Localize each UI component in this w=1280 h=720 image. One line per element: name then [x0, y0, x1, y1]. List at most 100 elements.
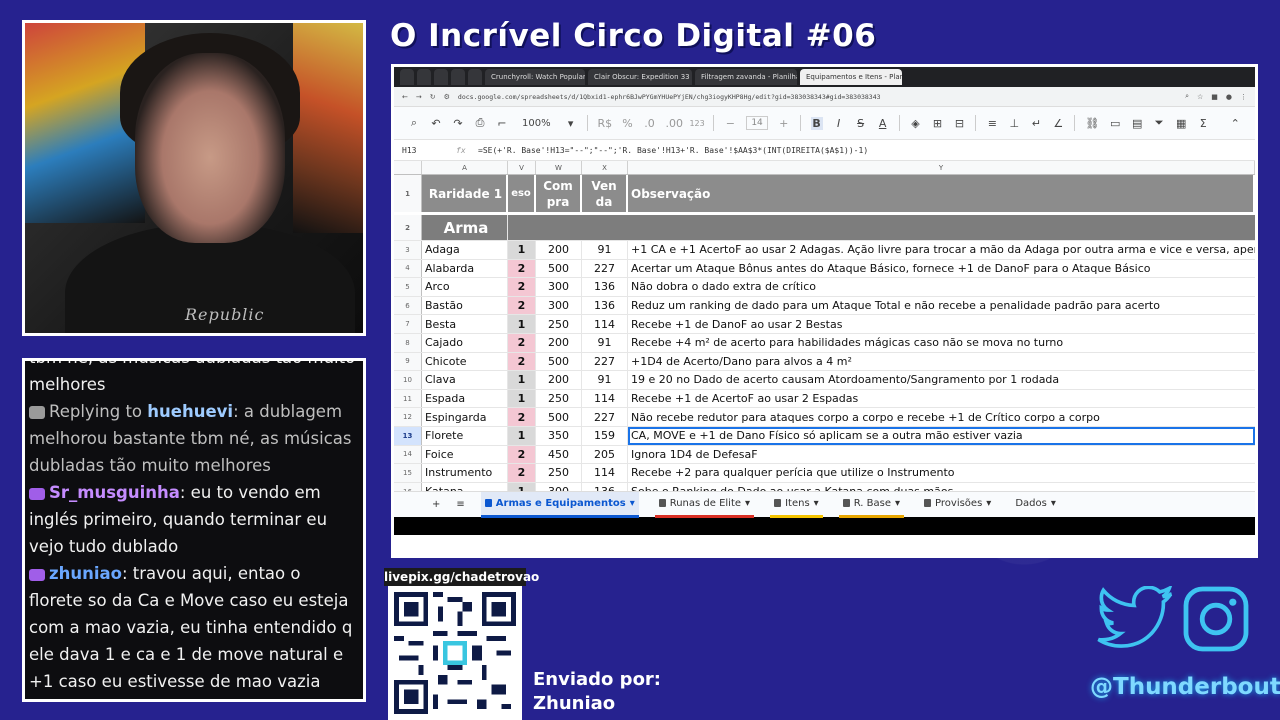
sheet-tab-itens[interactable]: Itens ▾ [770, 492, 823, 518]
cell-compra[interactable]: 350 [536, 426, 582, 445]
cell-venda[interactable]: 114 [582, 389, 628, 408]
filter-views-icon[interactable]: ▦ [1175, 117, 1187, 130]
column-header[interactable]: V [508, 161, 536, 174]
sheet-tab-provisoes[interactable]: Provisões ▾ [920, 492, 995, 518]
cell-peso[interactable]: 1 [508, 389, 536, 408]
cell-peso[interactable]: 1 [508, 315, 536, 333]
functions-icon[interactable]: Σ [1197, 117, 1209, 130]
browser-tab[interactable]: Clair Obscur: Expedition 33 #0 [588, 69, 692, 85]
formula-input[interactable]: =SE(+'R. Base'!H13="--";"--";'R. Base'!H… [478, 146, 868, 155]
strikethrough-icon[interactable]: S [855, 117, 867, 130]
pinned-tab[interactable] [417, 69, 431, 85]
cell-compra[interactable]: 500 [536, 352, 582, 371]
cell-venda[interactable]: 91 [582, 371, 628, 389]
header-venda[interactable]: Ven da [582, 175, 628, 212]
text-rotate-icon[interactable]: ∠ [1052, 117, 1064, 130]
cell-observacao[interactable]: Não recebe redutor para ataques corpo a … [628, 408, 1255, 426]
row-number[interactable]: 5 [394, 278, 422, 296]
cell-compra[interactable]: 300 [536, 482, 582, 491]
bookmark-icon[interactable]: ☆ [1197, 93, 1203, 101]
row-number[interactable]: 1 [394, 175, 422, 212]
cell-peso[interactable]: 2 [508, 352, 536, 371]
cell-peso[interactable]: 2 [508, 278, 536, 296]
cell-venda[interactable]: 136 [582, 482, 628, 491]
cell-compra[interactable]: 200 [536, 333, 582, 352]
cell-name[interactable]: Cajado [422, 333, 508, 352]
sheet-tab-dados[interactable]: Dados ▾ [1011, 492, 1060, 518]
cell-compra[interactable]: 200 [536, 241, 582, 259]
cell-venda[interactable]: 227 [582, 259, 628, 278]
row-number[interactable]: 16 [394, 482, 422, 491]
header-peso[interactable]: eso [508, 175, 536, 212]
currency-button[interactable]: R$ [597, 117, 612, 130]
row-number[interactable]: 2 [394, 215, 422, 240]
cell-venda[interactable]: 114 [582, 464, 628, 482]
cell-venda[interactable]: 159 [582, 426, 628, 445]
pinned-tab[interactable] [434, 69, 448, 85]
cell-observacao[interactable]: Ignora 1D4 de DefesaF [628, 446, 1255, 464]
cell-observacao[interactable]: Acertar um Ataque Bônus antes do Ataque … [628, 260, 1255, 278]
percent-button[interactable]: % [621, 117, 633, 130]
column-header[interactable]: W [536, 161, 582, 174]
cell-name[interactable]: Adaga [422, 241, 508, 259]
cell-peso[interactable]: 2 [508, 408, 536, 426]
align-horizontal-icon[interactable]: ≡ [986, 117, 998, 130]
merge-cells-icon[interactable]: ⊟ [953, 117, 965, 130]
cell-observacao[interactable]: Não dobra o dado extra de crítico [628, 278, 1255, 296]
cell-name[interactable]: Espingarda [422, 408, 508, 426]
header-compra[interactable]: Com pra [536, 175, 582, 212]
cell-peso[interactable]: 2 [508, 445, 536, 464]
collapse-toolbar-icon[interactable]: ⌃ [1229, 117, 1241, 130]
column-header[interactable]: A [422, 161, 508, 174]
browser-tab[interactable]: Crunchyroll: Watch Popular An [485, 69, 585, 85]
cell-name[interactable]: Clava [422, 371, 508, 389]
font-size-decrease-icon[interactable]: − [724, 117, 736, 130]
text-wrap-icon[interactable]: ↵ [1030, 117, 1042, 130]
cell-observacao[interactable]: CA, MOVE e +1 de Dano Físico só aplicam … [628, 426, 1255, 445]
sheet-tab-runas[interactable]: Runas de Elite ▾ [654, 492, 755, 518]
font-size-increase-icon[interactable]: + [778, 117, 790, 130]
undo-icon[interactable]: ↶ [430, 117, 442, 130]
row-number[interactable]: 4 [394, 259, 422, 278]
row-number[interactable]: 9 [394, 352, 422, 371]
redo-icon[interactable]: ↷ [452, 117, 464, 130]
add-sheet-icon[interactable]: + [432, 499, 440, 510]
chat-username[interactable]: huehuevi [147, 402, 233, 421]
sheet-tab-armas[interactable]: Armas e Equipamentos ▾ [480, 491, 639, 518]
pinned-tab[interactable] [468, 69, 482, 85]
row-number[interactable]: 13 [394, 426, 422, 445]
cell-observacao[interactable]: Recebe +1 de AcertoF ao usar 2 Espadas [628, 390, 1255, 408]
cell-name[interactable]: Bastão [422, 296, 508, 315]
zoom-select[interactable]: 100% [518, 118, 555, 129]
row-number[interactable]: 12 [394, 408, 422, 426]
cell-peso[interactable]: 2 [508, 464, 536, 482]
cell-name[interactable]: Foice [422, 445, 508, 464]
chat-username[interactable]: zhuniao [49, 564, 122, 583]
row-number[interactable]: 8 [394, 333, 422, 352]
name-box[interactable]: H13 [394, 146, 456, 155]
cell-peso[interactable]: 1 [508, 241, 536, 259]
cell-observacao[interactable]: Sobe o Ranking do Dado ao usar a Katana … [628, 483, 1255, 491]
back-icon[interactable]: ← [402, 93, 408, 101]
cell-venda[interactable]: 91 [582, 241, 628, 259]
chat-username[interactable]: Sr_musguinha [49, 483, 180, 502]
cell-name[interactable]: Arco [422, 278, 508, 296]
cell-observacao[interactable]: Recebe +4 m² de acerto para habilidades … [628, 334, 1255, 352]
cell-observacao[interactable]: +1 CA e +1 AcertoF ao usar 2 Adagas. Açã… [628, 241, 1255, 259]
cell-observacao[interactable]: Recebe +1 de DanoF ao usar 2 Bestas [628, 315, 1255, 333]
profile-icon[interactable]: ● [1226, 93, 1232, 101]
cell-venda[interactable]: 136 [582, 296, 628, 315]
chart-icon[interactable]: ▤ [1131, 117, 1143, 130]
row-number[interactable]: 7 [394, 315, 422, 333]
cell-name[interactable]: Florete [422, 426, 508, 445]
cell-observacao[interactable]: 19 e 20 no Dado de acerto causam Atordoa… [628, 371, 1255, 389]
search-menus-icon[interactable]: ⌕ [408, 116, 420, 130]
pinned-tab[interactable] [451, 69, 465, 85]
cell-compra[interactable]: 500 [536, 408, 582, 426]
cell-compra[interactable]: 300 [536, 278, 582, 296]
sheet-tab-rbase[interactable]: R. Base ▾ [838, 492, 905, 518]
menu-icon[interactable]: ⋮ [1240, 93, 1247, 101]
cell-venda[interactable]: 227 [582, 352, 628, 371]
reload-icon[interactable]: ↻ [430, 93, 436, 101]
cell-venda[interactable]: 114 [582, 315, 628, 333]
